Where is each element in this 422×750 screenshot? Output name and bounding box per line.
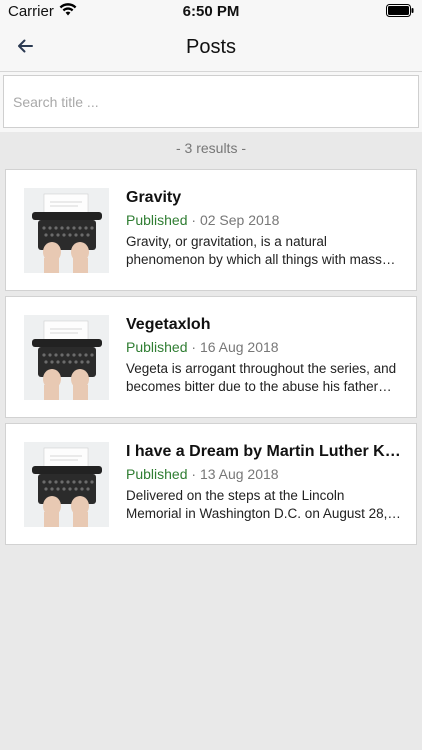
typewriter-image	[24, 315, 109, 400]
post-date: · 16 Aug 2018	[191, 339, 279, 355]
post-date: · 02 Sep 2018	[191, 212, 280, 228]
post-date: · 13 Aug 2018	[191, 466, 279, 482]
page-title: Posts	[185, 36, 237, 58]
post-title: Vegetaxloh	[126, 316, 211, 333]
post-card[interactable]: Gravity Published · 02 Sep 2018 Gravity,…	[5, 169, 417, 291]
typewriter-image	[24, 188, 109, 273]
post-card[interactable]: Vegetaxloh Published · 16 Aug 2018 Veget…	[5, 296, 417, 418]
status-label: Published	[126, 466, 188, 482]
search-bar	[0, 72, 422, 132]
nav-bar: Posts	[0, 24, 422, 72]
post-excerpt: Vegeta is arrogant throughout the series…	[126, 361, 397, 394]
post-title: I have a Dream by Martin Luther King Jr.	[126, 443, 402, 460]
typewriter-image	[24, 442, 109, 527]
status-bar: Carrier 6:50 PM	[0, 0, 422, 24]
post-meta: Published · 02 Sep 2018	[126, 212, 402, 228]
search-input[interactable]	[3, 75, 419, 128]
status-label: Published	[126, 339, 188, 355]
post-list: Gravity Published · 02 Sep 2018 Gravity,…	[5, 169, 417, 550]
post-excerpt: Delivered on the steps at the Lincoln Me…	[126, 488, 388, 521]
post-excerpt: Gravity, or gravitation, is a natural ph…	[126, 234, 382, 267]
post-title: Gravity	[126, 189, 182, 206]
results-count: - 3 results -	[175, 140, 246, 156]
status-label: Published	[126, 212, 188, 228]
post-meta: Published · 13 Aug 2018	[126, 466, 402, 482]
post-card[interactable]: I have a Dream by Martin Luther King Jr.…	[5, 423, 417, 545]
post-meta: Published · 16 Aug 2018	[126, 339, 402, 355]
status-time: 6:50 PM	[182, 3, 240, 20]
battery-icon	[386, 4, 414, 21]
